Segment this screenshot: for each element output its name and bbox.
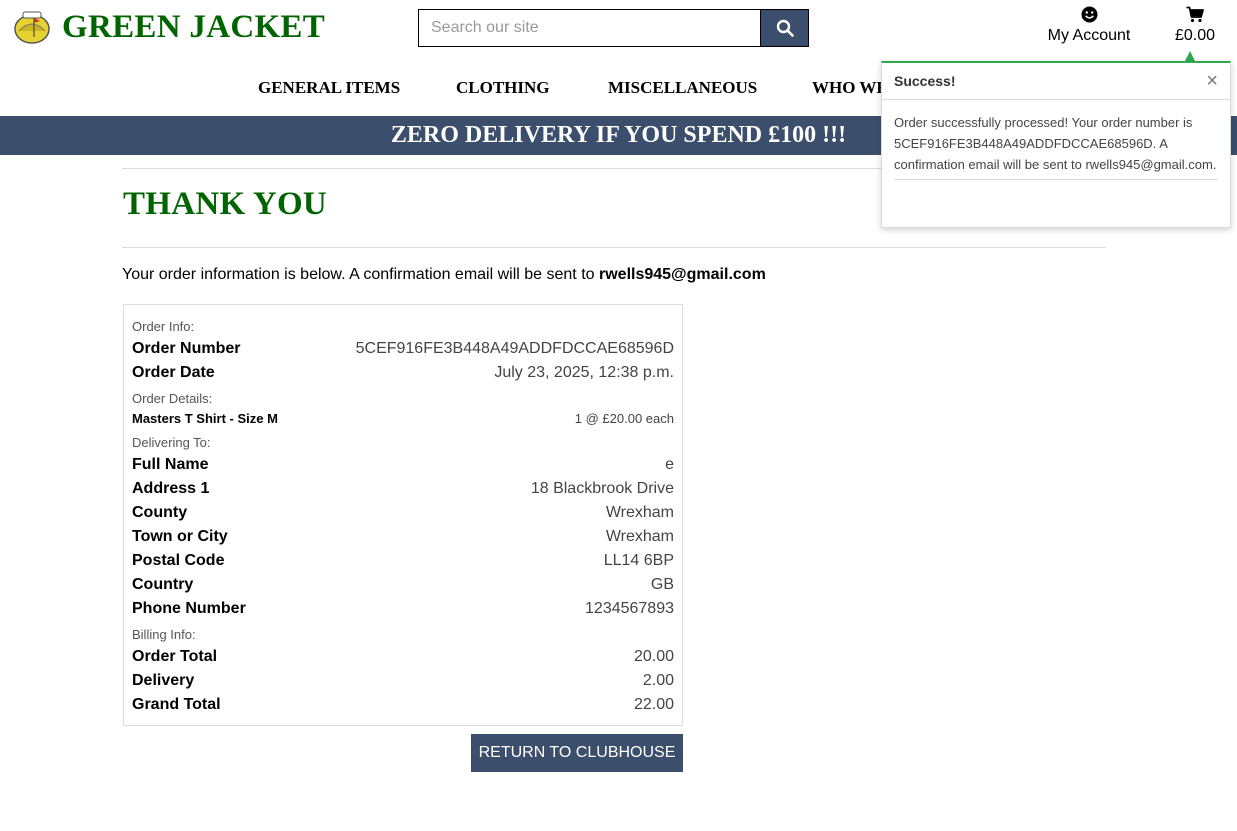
nav-who-we-are[interactable]: WHO WE [812,78,888,98]
grand-total-row: Grand Total 22.00 [132,696,674,714]
delivery-value: 2.00 [642,672,674,689]
intro-text: Your order information is below. A confi… [122,266,766,284]
county-label: County [132,504,188,521]
phone-row: Phone Number 1234567893 [132,600,674,618]
order-number-row: Order Number 5CEF916FE3B448A49ADDFDCCAE6… [132,340,674,358]
full-name-label: Full Name [132,456,209,473]
postcode-value: LL14 6BP [603,552,674,569]
intro-email: rwells945@gmail.com [599,266,766,283]
nav-general-items[interactable]: GENERAL ITEMS [258,78,400,98]
toast-header: Success! × [882,63,1230,100]
delivery-label: Delivery [132,672,195,689]
order-total-label: Order Total [132,648,218,665]
item-name: Masters T Shirt - Size M [132,411,278,426]
search-icon [776,19,794,37]
order-line-item: Masters T Shirt - Size M 1 @ £20.00 each [132,411,674,426]
nav-miscellaneous[interactable]: MISCELLANEOUS [608,78,757,98]
postcode-label: Postal Code [132,552,225,569]
full-name-value: e [665,456,674,473]
nav-clothing[interactable]: CLOTHING [456,78,550,98]
toast-pointer [1185,51,1195,61]
intro-message: Your order information is below. A confi… [122,266,595,283]
order-date-label: Order Date [132,364,215,381]
county-row: County Wrexham [132,504,674,522]
county-value: Wrexham [605,504,674,521]
toast-message: Order successfully processed! Your order… [894,112,1218,180]
order-summary-box: Order Info: Order Number 5CEF916FE3B448A… [123,304,683,726]
postcode-row: Postal Code LL14 6BP [132,552,674,570]
search-bar [418,9,809,47]
site-logo[interactable] [13,9,51,45]
country-label: Country [132,576,194,593]
town-label: Town or City [132,528,228,545]
item-quantity: 1 @ £20.00 each [574,411,674,426]
brand-name[interactable]: GREEN JACKET [62,9,325,46]
cart-icon [1186,6,1204,23]
town-value: Wrexham [605,528,674,545]
cart-total: £0.00 [1174,27,1216,44]
search-input[interactable] [418,9,760,47]
full-name-row: Full Name e [132,456,674,474]
address1-label: Address 1 [132,480,210,497]
toast-body: Order successfully processed! Your order… [882,100,1230,180]
country-value: GB [650,576,674,593]
search-button[interactable] [760,9,809,47]
order-total-row: Order Total 20.00 [132,648,674,666]
masters-logo-icon [13,9,51,45]
order-total-value: 20.00 [633,648,674,665]
order-number-value: 5CEF916FE3B448A49ADDFDCCAE68596D [355,340,674,357]
grand-total-value: 22.00 [633,696,674,713]
smiley-icon [1081,6,1097,23]
divider-bottom [122,247,1106,248]
delivery-row: Delivery 2.00 [132,672,674,690]
phone-label: Phone Number [132,600,246,617]
delivering-to-label: Delivering To: [132,435,211,450]
order-date-row: Order Date July 23, 2025, 12:38 p.m. [132,364,674,382]
town-row: Town or City Wrexham [132,528,674,546]
success-toast: Success! × Order successfully processed!… [881,61,1231,228]
cart-link[interactable]: £0.00 [1168,6,1222,45]
phone-value: 1234567893 [585,600,674,617]
order-number-label: Order Number [132,340,241,357]
order-info-label: Order Info: [132,319,195,334]
address1-row: Address 1 18 Blackbrook Drive [132,480,674,498]
banner-text: ZERO DELIVERY IF YOU SPEND £100 !!! [390,122,847,148]
address1-value: 18 Blackbrook Drive [530,480,674,497]
return-to-clubhouse-button[interactable]: RETURN TO CLUBHOUSE [471,734,683,772]
page-title: THANK YOU [123,186,328,222]
grand-total-label: Grand Total [132,696,221,713]
order-details-label: Order Details: [132,391,213,406]
order-date-value: July 23, 2025, 12:38 p.m. [494,364,674,381]
close-icon[interactable]: × [1206,71,1218,91]
toast-title: Success! [894,73,956,89]
country-row: Country GB [132,576,674,594]
my-account-link[interactable]: My Account [1040,6,1138,45]
my-account-label: My Account [1047,27,1131,44]
billing-info-label: Billing Info: [132,627,196,642]
